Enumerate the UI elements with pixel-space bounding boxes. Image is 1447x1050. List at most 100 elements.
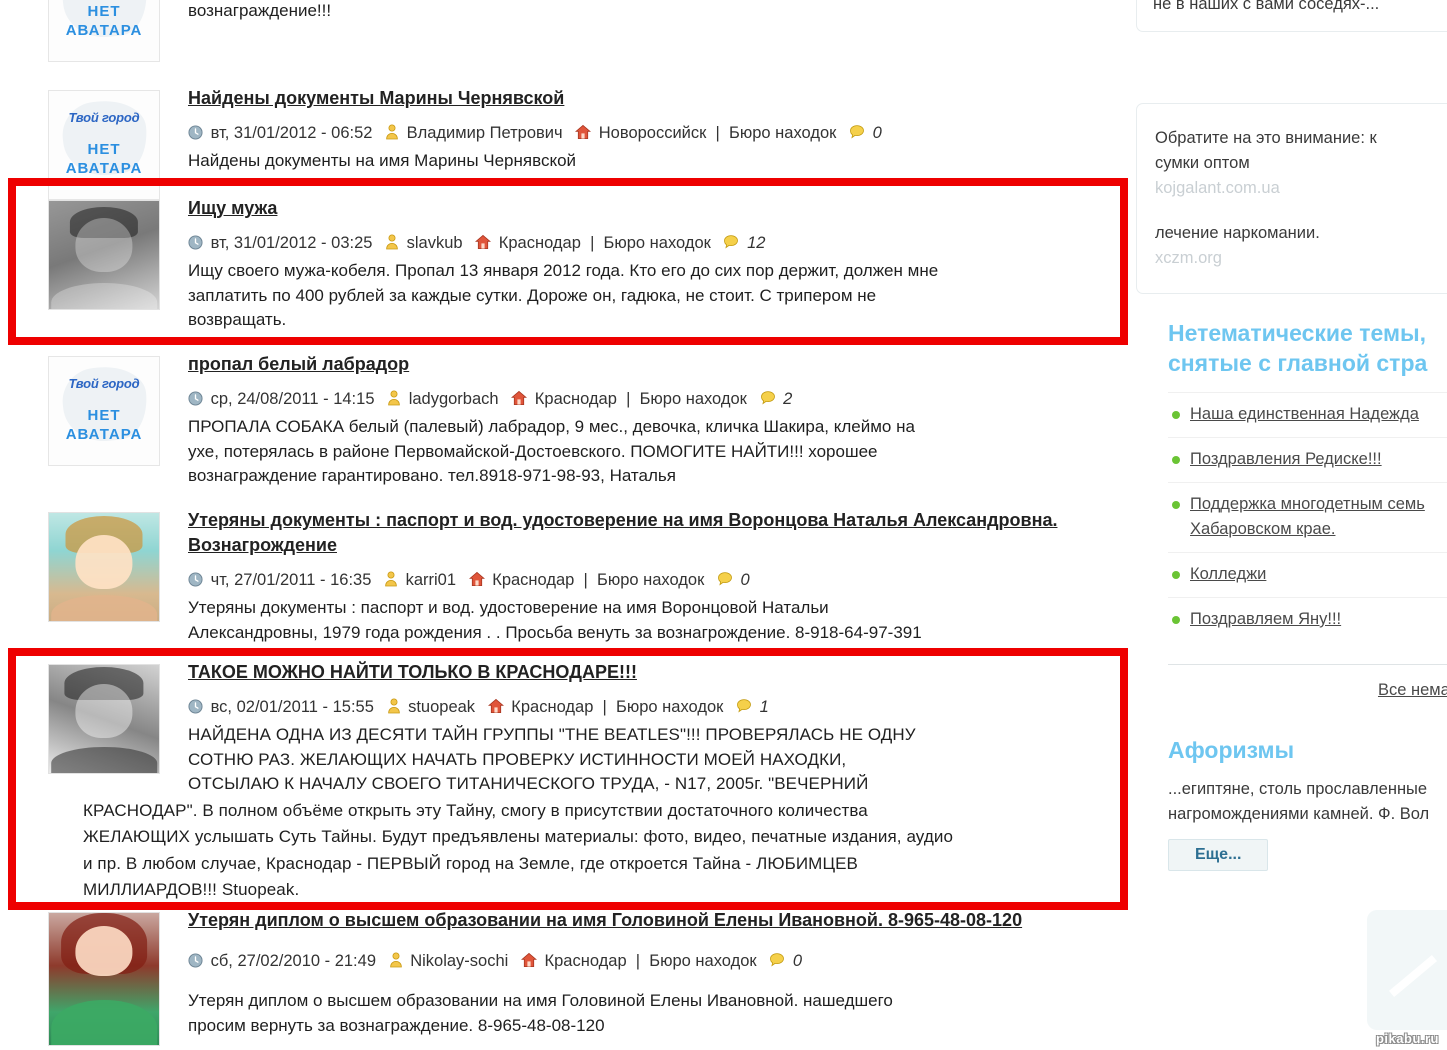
- post-city[interactable]: Краснодар: [492, 571, 574, 589]
- teaser-line: КРАСНОДАР". В полном объёме открыть эту …: [83, 800, 868, 820]
- post-city[interactable]: Краснодар: [545, 952, 627, 970]
- teaser-line: Ищу своего мужа-кобеля. Пропал 13 января…: [188, 261, 939, 280]
- aphorisms-more-button[interactable]: Еще...: [1168, 839, 1269, 871]
- post-comment-count: 2: [783, 390, 793, 408]
- teaser-line: просим вернуть за вознаграждение. 8-965-…: [188, 1015, 605, 1035]
- post-author[interactable]: karri01: [406, 571, 456, 589]
- post-item[interactable]: Утеряны документы : паспорт и вод. удост…: [0, 508, 1132, 645]
- post-title-link[interactable]: Ищу мужа: [188, 198, 277, 218]
- comment-bubble-icon: [769, 951, 785, 975]
- post-title-wrap: Ищу мужа: [188, 196, 1114, 221]
- post-comment-count: 0: [740, 571, 750, 589]
- user-icon: [384, 570, 398, 594]
- avatar[interactable]: [48, 912, 160, 1046]
- post-section[interactable]: Бюро находок: [640, 390, 747, 408]
- avatar[interactable]: [48, 664, 160, 774]
- teaser-line: возвращать.: [188, 310, 287, 329]
- list-item[interactable]: Колледжи: [1168, 553, 1447, 598]
- bullet-icon: [1172, 411, 1180, 419]
- list-item[interactable]: Поздравления Редиске!!!: [1168, 438, 1447, 483]
- post-section[interactable]: Бюро находок: [729, 124, 836, 142]
- post-author[interactable]: Nikolay-sochi: [410, 952, 508, 970]
- comment-bubble-icon: [760, 389, 776, 413]
- post-date: вс, 02/01/2011 - 15:55: [210, 698, 374, 716]
- post-body: Утерян диплом о высшем образовании на им…: [128, 908, 1132, 1038]
- offtopic-link[interactable]: Наша единственная Надежда: [1190, 402, 1419, 427]
- post-teaser: Найдены документы на имя Марины Чернявск…: [188, 149, 1114, 174]
- offtopic-link[interactable]: Колледжи: [1190, 562, 1266, 587]
- post-title-link[interactable]: Утеряны документы : паспорт и вод. удост…: [188, 510, 1057, 555]
- bullet-icon: [1172, 501, 1180, 509]
- post-meta: вт, 31/01/2012 - 06:52 Владимир Петрович…: [188, 121, 1114, 147]
- post-date: вт, 31/01/2012 - 06:52: [210, 124, 373, 142]
- post-section[interactable]: Бюро находок: [604, 234, 711, 252]
- ad-title: Обратите на это внимание: к: [1155, 129, 1377, 147]
- post-item[interactable]: Утерян диплом о высшем образовании на им…: [0, 908, 1132, 1046]
- post-meta: ср, 24/08/2011 - 14:15 ladygorbach Красн…: [188, 387, 1114, 413]
- list-item[interactable]: Поздравляем Яну!!!: [1168, 598, 1447, 642]
- avatar-photo-face: [75, 684, 133, 739]
- post-section[interactable]: Бюро находок: [616, 698, 723, 716]
- list-item[interactable]: Наша единственная Надежда: [1168, 392, 1447, 438]
- post-author[interactable]: ladygorbach: [409, 390, 499, 408]
- post-title-link[interactable]: ТАКОЕ МОЖНО НАЙТИ ТОЛЬКО В КРАСНОДАРЕ!!!: [188, 662, 637, 682]
- post-city[interactable]: Краснодар: [511, 698, 593, 716]
- main-content-column: Твой город НЕТ АВАТАРА Утерян гос. номер…: [0, 0, 1132, 1050]
- avatar-cell: [0, 908, 160, 1046]
- post-item[interactable]: Твой город НЕТ АВАТАРА Утерян гос. номер…: [0, 0, 1132, 62]
- post-item[interactable]: Твой город НЕТ АВАТАРА пропал белый лабр…: [0, 352, 1132, 489]
- user-icon: [385, 123, 399, 147]
- post-author[interactable]: slavkub: [407, 234, 463, 252]
- post-city[interactable]: Краснодар: [499, 234, 581, 252]
- post-author[interactable]: stuopeak: [408, 698, 475, 716]
- avatar[interactable]: [48, 512, 160, 622]
- avatar[interactable]: [48, 200, 160, 310]
- post-city[interactable]: Новороссийск: [599, 124, 707, 142]
- post-title-link[interactable]: Найдены документы Марины Чернявской: [188, 88, 564, 108]
- post-date: ср, 24/08/2011 - 14:15: [210, 390, 375, 408]
- sidebar-ads-card[interactable]: Обратите на это внимание: к сумки оптом …: [1136, 103, 1447, 294]
- avatar-placeholder: Твой город НЕТ АВАТАРА: [48, 0, 160, 62]
- comment-bubble-icon: [849, 123, 865, 147]
- sidebar-quote-card[interactable]: кремле или путине на нарах.. И не в наши…: [1136, 0, 1447, 32]
- offtopic-link-cont[interactable]: Хабаровском крае.: [1190, 520, 1335, 538]
- post-item[interactable]: ТАКОЕ МОЖНО НАЙТИ ТОЛЬКО В КРАСНОДАРЕ!!!…: [0, 660, 1132, 903]
- comment-bubble-icon: [736, 697, 752, 721]
- offtopic-link[interactable]: Поддержка многодетным семь: [1190, 495, 1425, 513]
- offtopic-all-link[interactable]: Все нематиче: [1378, 681, 1447, 699]
- avatar-placeholder-line2: АВАТАРА: [65, 426, 143, 443]
- right-sidebar: кремле или путине на нарах.. И не в наши…: [1132, 0, 1447, 1050]
- post-title-link[interactable]: Утерян диплом о высшем образовании на им…: [188, 910, 1022, 930]
- post-body: Ищу мужа вт, 31/01/2012 - 03:25 slavkub …: [128, 196, 1132, 333]
- post-author[interactable]: Владимир Петрович: [407, 124, 563, 142]
- post-body: пропал белый лабрадор ср, 24/08/2011 - 1…: [128, 352, 1132, 489]
- avatar-photo-shoulders: [51, 595, 157, 621]
- sidebar-ad[interactable]: лечение наркомании. xczm.org: [1155, 221, 1447, 271]
- offtopic-link[interactable]: Поздравляем Яну!!!: [1190, 607, 1341, 632]
- ad-subtitle: сумки оптом: [1155, 154, 1250, 172]
- offtopic-link[interactable]: Поздравления Редиске!!!: [1190, 447, 1382, 472]
- post-city[interactable]: Краснодар: [535, 390, 617, 408]
- decorative-card: [1367, 910, 1447, 1030]
- teaser-line: ухе, потерялась в районе Первомайской-До…: [188, 441, 878, 461]
- post-section[interactable]: Бюро находок: [649, 952, 756, 970]
- offtopic-list: Наша единственная Надежда Поздравления Р…: [1168, 392, 1447, 642]
- avatar-photo: [49, 913, 159, 1045]
- teaser-line: ПРОПАЛА СОБАКА белый (палевый) лабрадор,…: [188, 417, 915, 436]
- teaser-line: ОТСЫЛАЮ К НАЧАЛУ СВОЕГО ТИТАНИЧЕСКОГО ТР…: [188, 774, 869, 793]
- list-item[interactable]: Поддержка многодетным семь Хабаровском к…: [1168, 483, 1447, 553]
- teaser-line: Александровны, 1979 года рождения . . Пр…: [188, 622, 922, 642]
- post-title-link[interactable]: пропал белый лабрадор: [188, 354, 409, 374]
- sidebar-ad[interactable]: Обратите на это внимание: к сумки оптом …: [1155, 126, 1447, 201]
- house-icon: [511, 389, 528, 413]
- post-section[interactable]: Бюро находок: [597, 571, 704, 589]
- post-comment-count: 0: [792, 952, 802, 970]
- post-body: ТАКОЕ МОЖНО НАЙТИ ТОЛЬКО В КРАСНОДАРЕ!!!…: [83, 660, 1132, 903]
- post-title-wrap: Найдены документы Марины Чернявской: [188, 86, 1114, 111]
- teaser-line: вознаграждение гарантировано. тел.8918-9…: [188, 466, 676, 485]
- post-title-wrap: пропал белый лабрадор: [188, 352, 1114, 377]
- post-item[interactable]: Ищу мужа вт, 31/01/2012 - 03:25 slavkub …: [0, 196, 1132, 333]
- post-item[interactable]: Твой город НЕТ АВАТАРА Найдены документы…: [0, 86, 1132, 200]
- post-meta: сб, 27/02/2010 - 21:49 Nikolay-sochi Кра…: [188, 949, 1114, 975]
- user-icon: [389, 951, 403, 975]
